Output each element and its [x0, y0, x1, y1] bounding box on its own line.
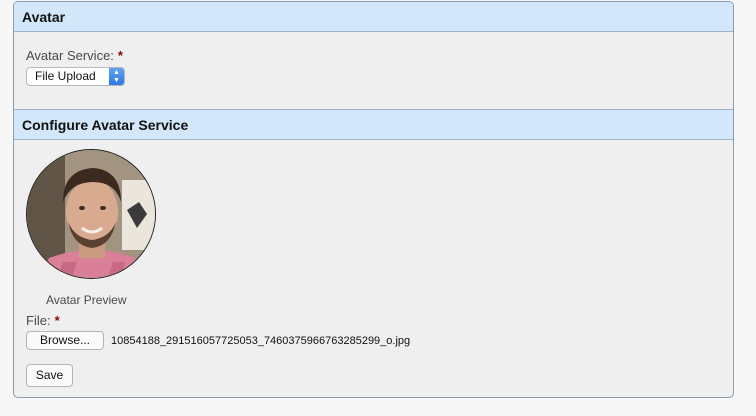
required-marker: *: [117, 48, 123, 63]
avatar-service-select[interactable]: File Upload ▲ ▼: [26, 67, 125, 86]
avatar-service-label-text: Avatar Service:: [26, 48, 114, 63]
updown-chevron-icon: ▲ ▼: [109, 68, 124, 85]
avatar-section-header: Avatar: [14, 2, 733, 32]
avatar-photo: [27, 150, 155, 278]
required-marker: *: [54, 313, 60, 328]
avatar-service-selected-value: File Upload: [35, 69, 96, 83]
selected-file-name: 10854188_291516057725053_746037596676328…: [111, 335, 411, 347]
avatar-preview-caption: Avatar Preview: [46, 293, 127, 307]
file-label: File: *: [26, 313, 60, 328]
save-button[interactable]: Save: [26, 364, 73, 387]
browse-button[interactable]: Browse...: [26, 331, 104, 350]
avatar-settings-panel: Avatar Avatar Service: * File Upload ▲ ▼ C…: [13, 1, 734, 398]
configure-avatar-section-header: Configure Avatar Service: [14, 110, 733, 140]
avatar-service-label: Avatar Service: *: [26, 48, 123, 63]
avatar-preview-image: [26, 149, 156, 279]
file-label-text: File:: [26, 313, 51, 328]
